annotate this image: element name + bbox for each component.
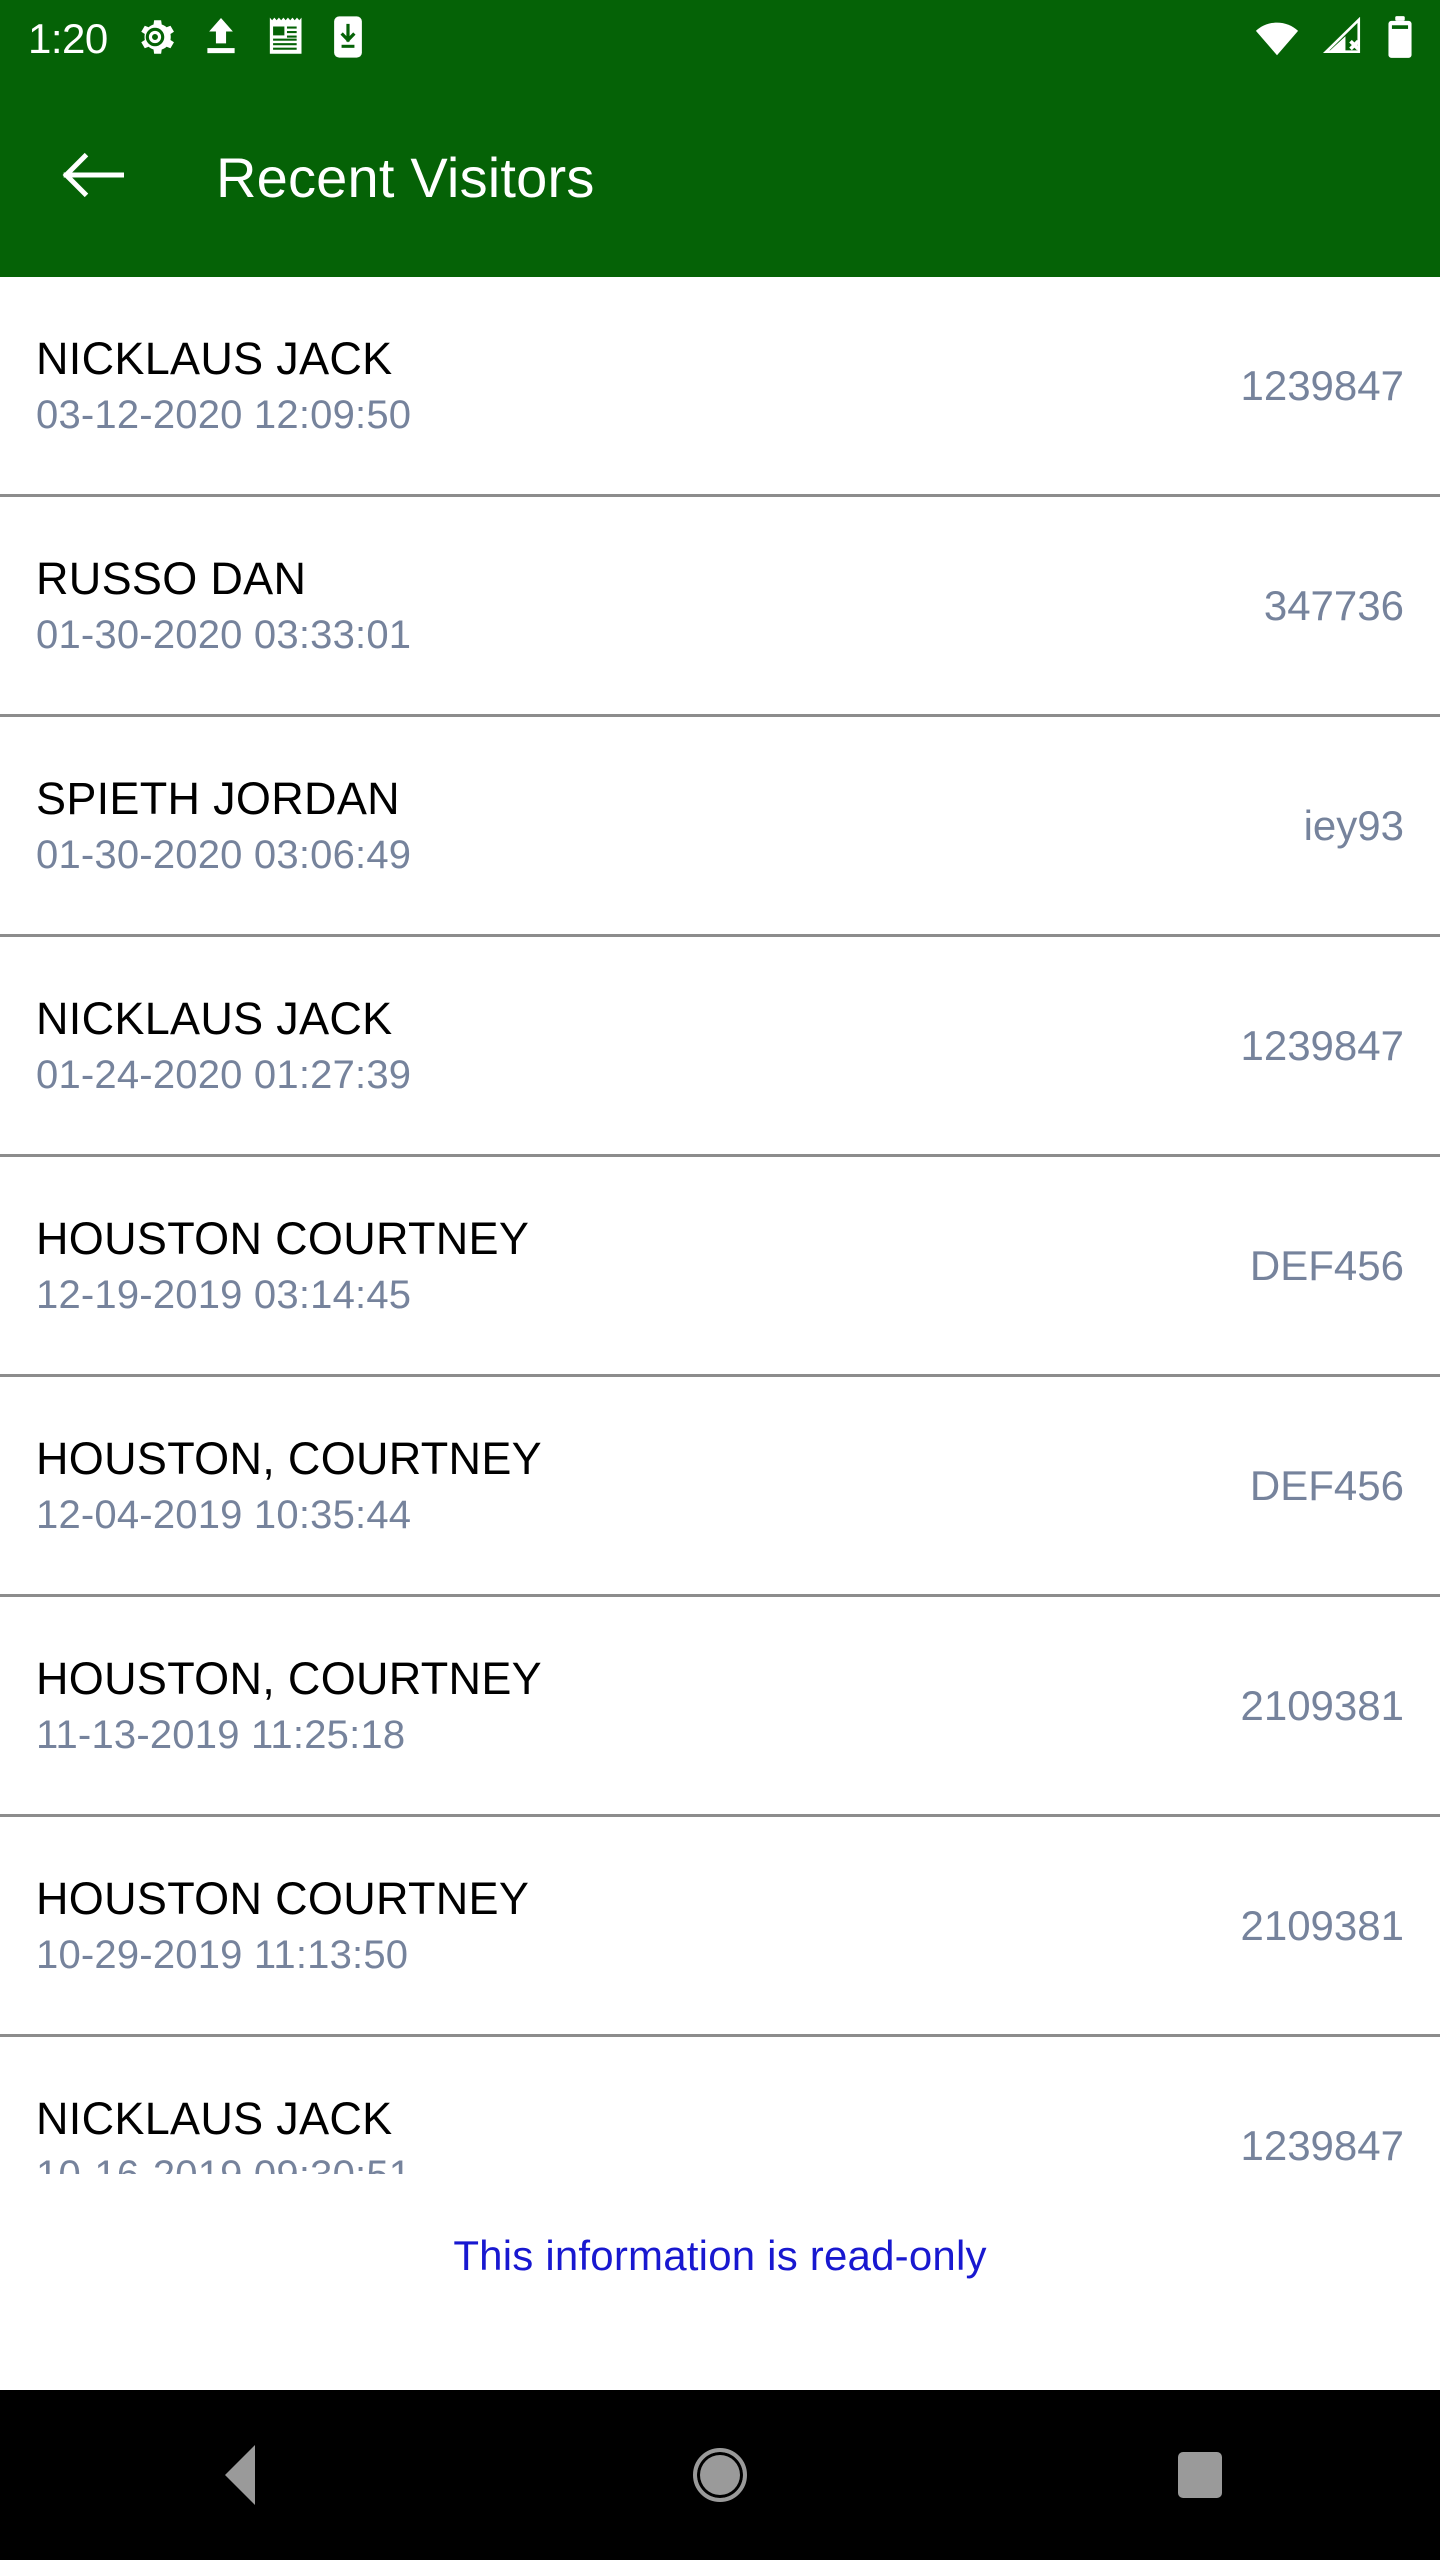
app-bar: Recent Visitors [0, 78, 1440, 277]
visitor-name: NICKLAUS JACK [36, 332, 393, 384]
status-bar-right [1254, 15, 1414, 64]
read-only-note: This information is read-only [453, 2232, 987, 2279]
nav-back-triangle-icon [225, 2445, 255, 2505]
visitor-timestamp: 10-16-2019 09:30:51 [36, 2154, 1216, 2174]
visitor-name: HOUSTON COURTNEY [36, 1872, 530, 1924]
visitor-timestamp: 01-30-2020 03:33:01 [36, 613, 412, 658]
visitor-info: SPIETH JORDAN 01-30-2020 03:06:49 [36, 772, 1280, 878]
visitor-name: NICKLAUS JACK [36, 992, 393, 1044]
phone-screen: 1:20 Recent Visitors NICKLAUS JACK 03-12… [0, 0, 1440, 2560]
visitor-name: HOUSTON, COURTNEY [36, 1652, 542, 1704]
visitor-name: SPIETH JORDAN [36, 772, 400, 824]
visitor-info: HOUSTON, COURTNEY 12-04-2019 10:35:44 [36, 1432, 1226, 1538]
visitor-id: 2109381 [1240, 1901, 1404, 1949]
visitor-info: HOUSTON, COURTNEY 11-13-2019 11:25:18 [36, 1652, 1216, 1758]
android-navigation-bar [0, 2390, 1440, 2560]
visitor-id: 1239847 [1240, 1021, 1404, 1069]
visitor-info: NICKLAUS JACK 01-24-2020 01:27:39 [36, 992, 1216, 1098]
visitor-timestamp: 11-13-2019 11:25:18 [36, 1713, 406, 1758]
upload-arrow-icon [202, 16, 240, 63]
table-row[interactable]: HOUSTON COURTNEY 10-29-2019 11:13:50 210… [0, 1817, 1440, 2037]
visitor-timestamp: 12-04-2019 10:35:44 [36, 1493, 412, 1538]
visitor-id: iey93 [1303, 801, 1404, 849]
status-bar-left: 1:20 [28, 15, 364, 64]
footer-area: This information is read-only [0, 2174, 1440, 2390]
battery-icon [1386, 15, 1414, 64]
back-button[interactable] [62, 147, 125, 209]
back-arrow-icon [62, 151, 125, 204]
cellular-no-sim-icon [1322, 16, 1364, 62]
visitor-id: DEF456 [1249, 1241, 1404, 1289]
visitor-timestamp: 10-29-2019 11:13:50 [36, 1933, 409, 1978]
table-row[interactable]: SPIETH JORDAN 01-30-2020 03:06:49 iey93 [0, 717, 1440, 937]
table-row[interactable]: NICKLAUS JACK 03-12-2020 12:09:50 123984… [0, 277, 1440, 497]
status-bar: 1:20 [0, 0, 1440, 78]
visitor-id: 1239847 [1240, 2121, 1404, 2169]
visitor-info: NICKLAUS JACK 10-16-2019 09:30:51 [36, 2095, 1216, 2174]
nav-recents-square-icon [1178, 2452, 1222, 2498]
nav-back-button[interactable] [150, 2390, 330, 2560]
visitor-name: RUSSO DAN [36, 552, 307, 604]
status-bar-clock: 1:20 [28, 15, 108, 62]
visitor-id: DEF456 [1249, 1461, 1404, 1509]
nav-home-circle-icon [693, 2448, 747, 2502]
phone-download-icon [332, 15, 364, 64]
nav-home-button[interactable] [630, 2390, 810, 2560]
visitor-info: HOUSTON COURTNEY 12-19-2019 03:14:45 [36, 1212, 1226, 1318]
visitor-timestamp: 01-24-2020 01:27:39 [36, 1053, 412, 1098]
visitor-id: 2109381 [1240, 1681, 1404, 1729]
table-row[interactable]: NICKLAUS JACK 01-24-2020 01:27:39 123984… [0, 937, 1440, 1157]
nav-recents-button[interactable] [1110, 2390, 1290, 2560]
visitor-timestamp: 12-19-2019 03:14:45 [36, 1273, 412, 1318]
visitor-id: 1239847 [1240, 361, 1404, 409]
visitor-info: HOUSTON COURTNEY 10-29-2019 11:13:50 [36, 1872, 1216, 1978]
table-row[interactable]: RUSSO DAN 01-30-2020 03:33:01 347736 [0, 497, 1440, 717]
visitor-info: RUSSO DAN 01-30-2020 03:33:01 [36, 552, 1240, 658]
table-row[interactable]: HOUSTON, COURTNEY 11-13-2019 11:25:18 21… [0, 1597, 1440, 1817]
table-row[interactable]: HOUSTON, COURTNEY 12-04-2019 10:35:44 DE… [0, 1377, 1440, 1597]
table-row[interactable]: NICKLAUS JACK 10-16-2019 09:30:51 123984… [0, 2037, 1440, 2174]
visitor-name: HOUSTON, COURTNEY [36, 1432, 542, 1484]
visitor-info: NICKLAUS JACK 03-12-2020 12:09:50 [36, 332, 1216, 438]
visitor-id: 347736 [1263, 581, 1404, 629]
wifi-icon [1254, 17, 1300, 62]
visitor-timestamp: 01-30-2020 03:06:49 [36, 833, 412, 878]
visitor-name: HOUSTON COURTNEY [36, 1212, 530, 1264]
page-title: Recent Visitors [216, 146, 595, 209]
visitor-name: NICKLAUS JACK [36, 2092, 393, 2144]
table-row[interactable]: HOUSTON COURTNEY 12-19-2019 03:14:45 DEF… [0, 1157, 1440, 1377]
settings-gear-icon [134, 16, 176, 63]
recent-visitors-list[interactable]: NICKLAUS JACK 03-12-2020 12:09:50 123984… [0, 277, 1440, 2174]
receipt-icon [266, 16, 306, 63]
visitor-timestamp: 03-12-2020 12:09:50 [36, 393, 412, 438]
